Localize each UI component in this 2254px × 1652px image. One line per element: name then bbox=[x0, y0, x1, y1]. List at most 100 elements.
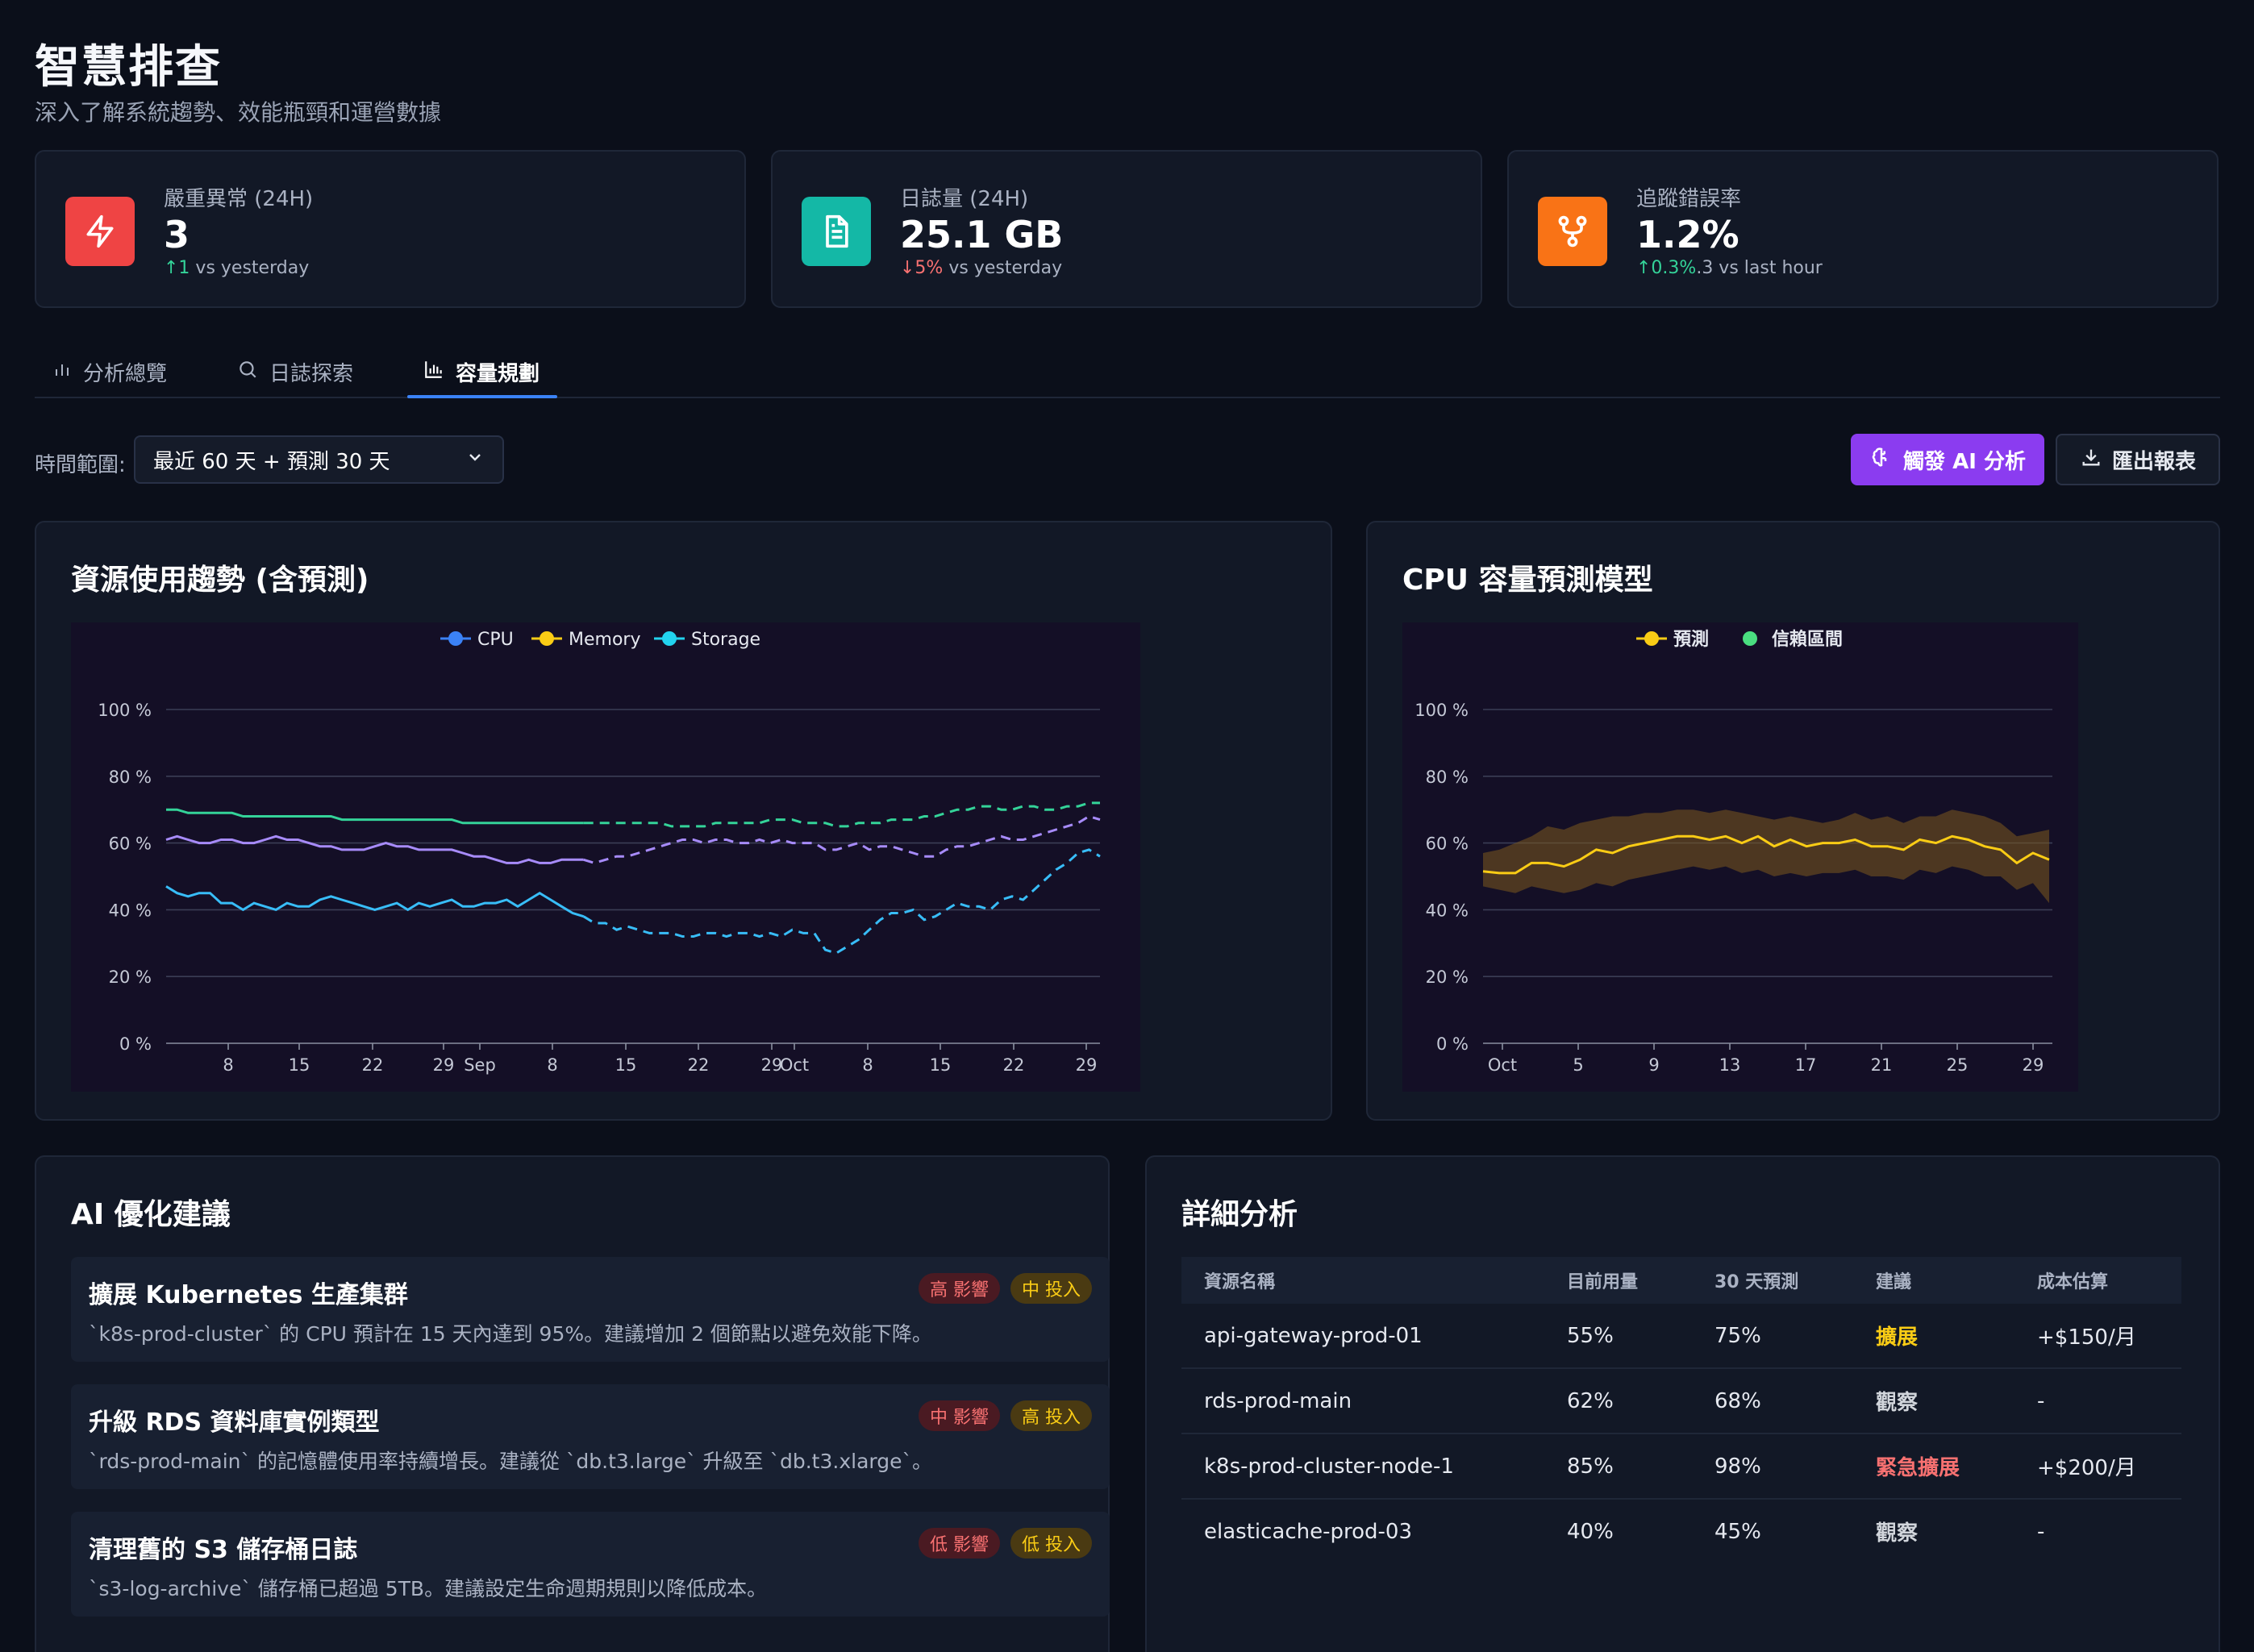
column-header-recommendation: 建議 bbox=[1853, 1257, 2014, 1304]
x-tick-label: 13 bbox=[1719, 1055, 1741, 1075]
chevron-down-icon bbox=[465, 447, 485, 472]
table-row[interactable]: rds-prod-main 62% 68% 觀察 - bbox=[1181, 1368, 2181, 1434]
kpi-label: 嚴重異常 (24H) bbox=[164, 187, 314, 211]
y-tick-label: 80 % bbox=[109, 768, 152, 787]
tab-capacity-planning[interactable]: 容量規劃 bbox=[406, 347, 558, 398]
kpi-label: 追蹤錯誤率 bbox=[1636, 187, 1742, 211]
current-usage-cell: 62% bbox=[1544, 1368, 1692, 1434]
x-tick-label: 17 bbox=[1795, 1055, 1817, 1075]
resource-name-cell: k8s-prod-cluster-node-1 bbox=[1181, 1434, 1544, 1500]
cost-cell: - bbox=[2037, 1519, 2045, 1544]
forecast-cell: 45% bbox=[1714, 1519, 1761, 1544]
table-row[interactable]: k8s-prod-cluster-node-1 85% 98% 緊急擴展 +$2… bbox=[1181, 1434, 2181, 1500]
cost-cell: +$150/月 bbox=[2014, 1304, 2181, 1369]
table-row[interactable]: api-gateway-prod-01 55% 75% 擴展 +$150/月 bbox=[1181, 1304, 2181, 1369]
tab-label: 日誌探索 bbox=[269, 361, 354, 386]
kpi-card-critical-anomalies: 嚴重異常 (24H) 3 ↑1 vs yesterday bbox=[35, 150, 746, 308]
cost-cell: +$200/月 bbox=[2014, 1434, 2181, 1500]
x-tick-label: 22 bbox=[1003, 1055, 1025, 1075]
y-tick-label: 80 % bbox=[1426, 768, 1469, 787]
resource-trend-card: 資源使用趨勢 (含預測) 100 % 80 % 60 % 40 % 20 % 0 % 8 15… bbox=[35, 521, 1332, 1121]
page-subtitle: 深入了解系統趨勢、效能瓶頸和運營數據 bbox=[35, 99, 442, 126]
x-tick-label: 9 bbox=[1648, 1055, 1659, 1075]
effort-badge: 低 投入 bbox=[1010, 1528, 1092, 1558]
forecast-cell: 68% bbox=[1692, 1368, 1853, 1434]
resource-name-cell: elasticache-prod-03 bbox=[1204, 1519, 1412, 1544]
recommendation-title: 清理舊的 S3 儲存桶日誌 bbox=[89, 1536, 358, 1564]
time-range-label: 時間範圍: bbox=[35, 453, 126, 477]
recommendation-cell: 觀察 bbox=[1853, 1368, 2014, 1434]
series-line-storage bbox=[166, 808, 584, 825]
series-line-memory bbox=[165, 834, 584, 864]
detail-analysis-title: 詳細分析 bbox=[1181, 1198, 1298, 1231]
time-range-value: 最近 60 天 + 預測 30 天 bbox=[153, 449, 390, 474]
y-tick-label: 40 % bbox=[109, 901, 152, 920]
x-tick-label: 29 bbox=[1076, 1055, 1098, 1075]
tab-analysis-overview[interactable]: 分析總覽 bbox=[52, 347, 167, 397]
recommendation-description: `k8s-prod-cluster` 的 CPU 預計在 15 天內達到 95%… bbox=[89, 1322, 932, 1346]
confidence-interval-band bbox=[1483, 809, 2049, 904]
download-icon bbox=[2080, 446, 2102, 474]
legend-swatch bbox=[540, 631, 554, 646]
column-chart-icon bbox=[423, 359, 444, 385]
y-tick-label: 0 % bbox=[1436, 1034, 1469, 1054]
x-tick-label: 8 bbox=[862, 1055, 873, 1075]
series-forecast-line-memory bbox=[583, 814, 1101, 864]
series-forecast-line-storage bbox=[583, 801, 1100, 828]
impact-badge: 高 影響 bbox=[919, 1273, 1000, 1304]
y-tick-label: 20 % bbox=[109, 967, 152, 987]
export-report-label: 匯出報表 bbox=[2111, 449, 2196, 474]
ai-recommendations-title: AI 優化建議 bbox=[71, 1198, 231, 1231]
x-tick-label: Oct bbox=[1488, 1055, 1517, 1075]
x-tick-label: 15 bbox=[615, 1055, 637, 1075]
cpu-forecast-chart-area: 100 % 80 % 60 % 40 % 20 % 0 % Oct 5 9 13 17 21 25 29 預… bbox=[1402, 622, 2078, 1092]
legend-swatch bbox=[1644, 631, 1659, 646]
table-header-row: 資源名稱 目前用量 30 天預測 建議 成本估算 bbox=[1181, 1257, 2181, 1304]
kpi-value: 25.1 GB bbox=[900, 213, 1064, 256]
x-tick-label: 22 bbox=[362, 1055, 384, 1075]
cost-cell: - bbox=[2014, 1368, 2181, 1434]
page-title: 智慧排查 bbox=[35, 41, 222, 94]
x-tick-label: 21 bbox=[1871, 1055, 1893, 1075]
current-usage-cell: 85% bbox=[1544, 1434, 1692, 1500]
file-text-icon bbox=[802, 197, 871, 266]
x-tick-label: 15 bbox=[930, 1055, 952, 1075]
y-tick-label: 60 % bbox=[109, 834, 152, 854]
bar-chart-icon bbox=[52, 360, 72, 385]
tab-log-explorer[interactable]: 日誌探索 bbox=[237, 347, 353, 397]
detail-analysis-card: 詳細分析 資源名稱 目前用量 30 天預測 建議 成本估算 api-gatewa… bbox=[1145, 1155, 2220, 1652]
impact-badge: 中 影響 bbox=[919, 1400, 1000, 1431]
kpi-delta: ↑0.3%.3 vs last hour bbox=[1636, 258, 1823, 278]
export-report-button[interactable]: 匯出報表 bbox=[2056, 434, 2220, 485]
x-tick-label: 29 bbox=[2023, 1055, 2044, 1075]
recommendation-item[interactable]: 升級 RDS 資料庫實例類型 中 影響 高 投入 `rds-prod-main`… bbox=[71, 1384, 1110, 1489]
tab-label: 容量規劃 bbox=[456, 361, 540, 386]
current-usage-cell: 55% bbox=[1544, 1304, 1692, 1369]
resource-trend-title: 資源使用趨勢 (含預測) bbox=[71, 564, 369, 597]
trigger-ai-analysis-button[interactable]: 觸發 AI 分析 bbox=[1851, 434, 2044, 485]
y-tick-label: 20 % bbox=[1426, 967, 1469, 987]
table-row[interactable]: elasticache-prod-03 40% 45% 觀察 - bbox=[1181, 1499, 2181, 1563]
legend-label: 信賴區間 bbox=[1772, 629, 1843, 650]
y-tick-label: 100 % bbox=[1414, 701, 1469, 720]
cpu-forecast-chart: 100 % 80 % 60 % 40 % 20 % 0 % Oct 5 9 13 17 21 25 29 預… bbox=[1414, 629, 2052, 1075]
effort-badge: 中 投入 bbox=[1010, 1273, 1092, 1304]
recommendation-item[interactable]: 清理舊的 S3 儲存桶日誌 低 影響 低 投入 `s3-log-archive`… bbox=[71, 1512, 1110, 1617]
x-tick-label: 29 bbox=[433, 1055, 455, 1075]
x-tick-label: 25 bbox=[1947, 1055, 1969, 1075]
legend-label: Memory bbox=[569, 630, 640, 650]
resource-name-cell: rds-prod-main bbox=[1181, 1368, 1544, 1434]
series-line-cpu bbox=[165, 885, 585, 918]
legend-label: CPU bbox=[477, 630, 514, 650]
trace-branch-icon bbox=[1538, 197, 1607, 266]
column-header-resource-name: 資源名稱 bbox=[1181, 1257, 1544, 1304]
recommendation-title: 升級 RDS 資料庫實例類型 bbox=[89, 1409, 380, 1437]
column-header-cost-estimate: 成本估算 bbox=[2014, 1257, 2181, 1304]
y-tick-label: 40 % bbox=[1426, 901, 1469, 920]
y-tick-label: 100 % bbox=[98, 701, 152, 720]
kpi-delta: ↓5% vs yesterday bbox=[900, 258, 1063, 278]
resource-trend-chart: 100 % 80 % 60 % 40 % 20 % 0 % 8 15 22 29 Sep 8 15 22 2… bbox=[98, 630, 1101, 1075]
recommendation-item[interactable]: 擴展 Kubernetes 生產集群 高 影響 中 投入 `k8s-prod-c… bbox=[71, 1257, 1110, 1362]
kpi-delta: ↑1 vs yesterday bbox=[164, 258, 310, 278]
time-range-select[interactable]: 最近 60 天 + 預測 30 天 bbox=[134, 435, 504, 484]
